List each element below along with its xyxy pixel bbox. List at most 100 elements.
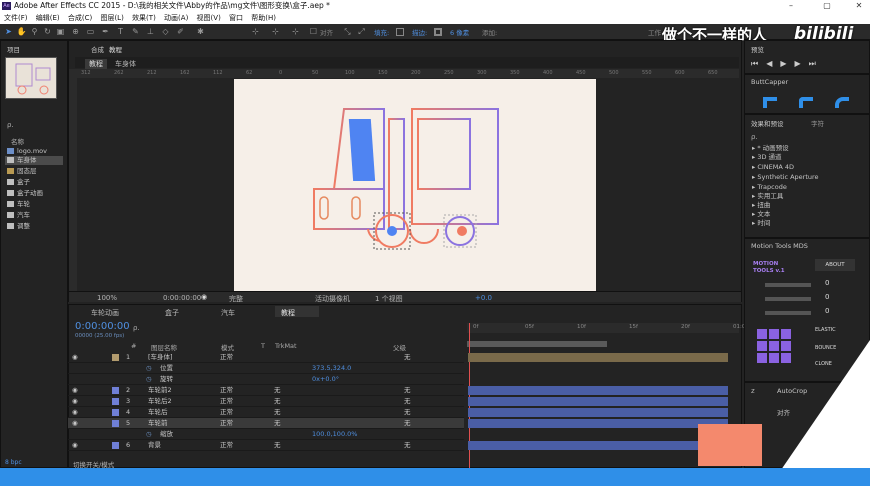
menu-help[interactable]: 帮助(H) — [251, 14, 276, 22]
menu-composition[interactable]: 合成(C) — [68, 14, 92, 22]
character-tab[interactable]: 字符 — [811, 118, 824, 128]
snap-checkbox[interactable]: ☐ — [308, 26, 319, 37]
pen-tool-icon[interactable]: ✒ — [100, 26, 111, 37]
property-value[interactable]: 373.5,324.0 — [312, 363, 351, 374]
effects-item-trapcode[interactable]: ▸ Trapcode — [752, 183, 787, 191]
hand-tool-icon[interactable]: ✋ — [16, 26, 27, 37]
playback-controls[interactable]: ⏮◀▶▶⏭ — [751, 59, 824, 69]
breadcrumb-item-body[interactable]: 车身体 — [115, 59, 136, 69]
project-tab[interactable]: 项目 — [7, 44, 20, 54]
timeline-layer-row[interactable]: ◷ 旋转 0x+0.0° — [68, 374, 464, 385]
layer-duration-bar[interactable] — [468, 408, 728, 417]
menu-edit[interactable]: 编辑(E) — [36, 14, 60, 22]
stroke-label[interactable]: 描边: — [412, 27, 427, 37]
menu-file[interactable]: 文件(F) — [4, 14, 28, 22]
time-ruler[interactable]: 0f 05f 10f 15f 20f 01:0 — [467, 323, 745, 333]
slider-1-value[interactable]: 0 — [825, 279, 829, 287]
layer-mode[interactable]: 正常 — [220, 418, 233, 429]
layer-parent[interactable]: 无 — [404, 396, 411, 407]
bpc-label[interactable]: 8 bpc — [5, 459, 22, 466]
layer-trkmat[interactable]: 无 — [274, 396, 281, 407]
timeline-layer-row[interactable]: ◉ 6 背景 正常 无 无 — [68, 440, 464, 451]
maximize-button[interactable]: ▢ — [816, 0, 838, 12]
effects-item-utility[interactable]: ▸ 实用工具 — [752, 192, 783, 200]
layer-trkmat[interactable]: 无 — [274, 418, 281, 429]
header-layer-name[interactable]: 图层名称 — [151, 342, 177, 352]
menu-window[interactable]: 窗口 — [229, 14, 243, 22]
layer-mode[interactable]: 正常 — [220, 385, 233, 396]
layer-duration-bar[interactable] — [468, 353, 728, 362]
motion-tools-tab[interactable]: Motion Tools MDS — [751, 242, 808, 250]
layer-mode[interactable]: 正常 — [220, 440, 233, 451]
layer-mode[interactable]: 正常 — [220, 352, 233, 363]
effects-item-time[interactable]: ▸ 时间 — [752, 219, 770, 227]
layer-parent[interactable]: 无 — [404, 418, 411, 429]
snapshot-icon[interactable]: ◉ — [201, 293, 207, 301]
timeline-layer-row[interactable]: ◉ 4 车轮后 正常 无 无 — [68, 407, 464, 418]
timeline-layer-row[interactable]: ◷ 缩放 100.0,100.0% — [68, 429, 464, 440]
type-tool-icon[interactable]: T — [115, 26, 126, 37]
layer-duration-bar[interactable] — [468, 441, 728, 450]
visibility-eye-icon[interactable]: ◉ — [72, 418, 78, 429]
header-mode[interactable]: 模式 — [221, 342, 234, 352]
views-select[interactable]: 1 个视图 — [375, 294, 403, 304]
rotate-tool-icon[interactable]: ↻ — [42, 26, 53, 37]
layer-duration-bar[interactable] — [468, 375, 728, 384]
visibility-eye-icon[interactable]: ◉ — [72, 385, 78, 396]
layer-duration-bar[interactable] — [468, 397, 728, 406]
menu-animation[interactable]: 动画(A) — [164, 14, 188, 22]
effects-tab[interactable]: 效果和预设 — [751, 118, 784, 128]
layer-mode[interactable]: 正常 — [220, 396, 233, 407]
effects-item-anim-presets[interactable]: ▸ * 动画预设 — [752, 144, 789, 152]
layer-parent[interactable]: 无 — [404, 440, 411, 451]
property-value[interactable]: 100.0,100.0% — [312, 429, 357, 440]
timeline-tab-tutorial[interactable]: 教程 — [275, 306, 319, 317]
label-color[interactable] — [112, 420, 119, 427]
exposure-value[interactable]: +0.0 — [475, 294, 492, 302]
layer-duration-bar[interactable] — [468, 419, 728, 428]
visibility-eye-icon[interactable]: ◉ — [72, 440, 78, 451]
resolution-select[interactable]: 完整 — [229, 294, 243, 304]
layer-name[interactable]: [车身体] — [148, 352, 173, 363]
visibility-eye-icon[interactable]: ◉ — [72, 407, 78, 418]
snap-features-icon[interactable]: ⤢ — [356, 26, 367, 37]
header-trkmat[interactable]: TrkMat — [275, 342, 297, 350]
layer-parent[interactable]: 无 — [404, 407, 411, 418]
project-item-logo[interactable]: logo.mov — [7, 147, 47, 156]
project-item-box[interactable]: 盒子 — [7, 178, 30, 187]
close-button[interactable]: ✕ — [848, 0, 870, 12]
layer-name[interactable]: 车轮前2 — [148, 385, 172, 396]
puppet-tool-icon[interactable]: ✱ — [195, 26, 206, 37]
pan-behind-tool-icon[interactable]: ⊕ — [70, 26, 81, 37]
axis-icon[interactable]: ⊹ — [250, 26, 261, 37]
camera-tool-icon[interactable]: ▣ — [55, 26, 66, 37]
fill-swatch[interactable] — [396, 28, 404, 36]
layer-name[interactable]: 背景 — [148, 440, 161, 451]
cap-curve-icon[interactable] — [835, 97, 849, 108]
timeline-layer-row[interactable]: ◉ 1 [车身体] 正常 无 — [68, 352, 464, 363]
property-value[interactable]: 0x+0.0° — [312, 374, 339, 385]
composition-canvas[interactable] — [234, 79, 596, 291]
label-color[interactable] — [112, 442, 119, 449]
timeline-timecode[interactable]: 0:00:00:00 — [75, 321, 130, 332]
stroke-swatch[interactable] — [434, 28, 442, 36]
stopwatch-icon[interactable]: ◷ — [146, 374, 152, 385]
stopwatch-icon[interactable]: ◷ — [146, 429, 152, 440]
project-item-box-anim[interactable]: 盒子动画 — [7, 189, 43, 198]
axis-view-icon[interactable]: ⊹ — [290, 26, 301, 37]
layer-duration-bar[interactable] — [468, 364, 728, 373]
snap-icon[interactable]: ⤡ — [342, 26, 353, 37]
buttcapper-tab[interactable]: ButtCapper — [751, 78, 788, 86]
comp-name[interactable]: 教程 — [109, 44, 122, 54]
timeline-search-icon[interactable]: ρ. — [133, 324, 140, 332]
eraser-tool-icon[interactable]: ◇ — [160, 26, 171, 37]
layer-parent[interactable]: 无 — [404, 385, 411, 396]
about-button[interactable]: ABOUT — [815, 259, 855, 271]
work-area-bar[interactable] — [467, 341, 607, 347]
project-item-body[interactable]: 车身体 — [5, 156, 63, 165]
preview-tab[interactable]: 预览 — [751, 44, 764, 54]
fill-label[interactable]: 填充: — [374, 27, 389, 37]
label-color[interactable] — [112, 354, 119, 361]
timeline-layer-row[interactable]: ◉ 5 车轮前 正常 无 无 — [68, 418, 464, 429]
menu-view[interactable]: 视图(V) — [197, 14, 221, 22]
